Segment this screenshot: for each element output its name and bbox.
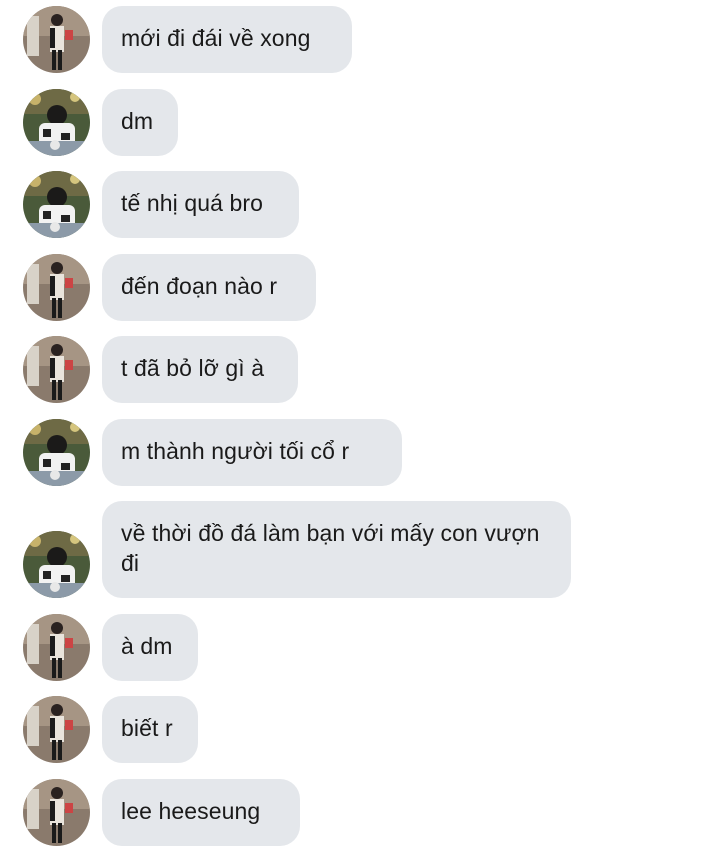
avatar[interactable]	[23, 336, 90, 403]
message-bubble[interactable]: m thành người tối cổ r	[102, 419, 402, 486]
avatar-b-image	[23, 531, 90, 598]
avatar-a-image	[23, 6, 90, 73]
avatar[interactable]	[23, 89, 90, 156]
message-bubble[interactable]: biết r	[102, 696, 198, 763]
avatar[interactable]	[23, 696, 90, 763]
avatar-b-image	[23, 89, 90, 156]
message-bubble[interactable]: về thời đồ đá làm bạn với mấy con vượn đ…	[102, 501, 571, 598]
chat-thread: mới đi đái về xong dm tế nhị quá bro đến…	[0, 0, 719, 856]
message-bubble[interactable]: mới đi đái về xong	[102, 6, 352, 73]
message-bubble[interactable]: t đã bỏ lỡ gì à	[102, 336, 298, 403]
avatar-b-image	[23, 419, 90, 486]
avatar[interactable]	[23, 254, 90, 321]
avatar-b-image	[23, 171, 90, 238]
avatar-a-image	[23, 779, 90, 846]
avatar[interactable]	[23, 419, 90, 486]
avatar-a-image	[23, 336, 90, 403]
avatar[interactable]	[23, 6, 90, 73]
message-bubble[interactable]: dm	[102, 89, 178, 156]
message-bubble[interactable]: à dm	[102, 614, 198, 681]
message-bubble[interactable]: tế nhị quá bro	[102, 171, 299, 238]
avatar-a-image	[23, 254, 90, 321]
avatar[interactable]	[23, 614, 90, 681]
message-bubble[interactable]: lee heeseung	[102, 779, 300, 846]
avatar[interactable]	[23, 779, 90, 846]
avatar-a-image	[23, 696, 90, 763]
avatar[interactable]	[23, 171, 90, 238]
avatar[interactable]	[23, 531, 90, 598]
message-bubble[interactable]: đến đoạn nào r	[102, 254, 316, 321]
avatar-a-image	[23, 614, 90, 681]
